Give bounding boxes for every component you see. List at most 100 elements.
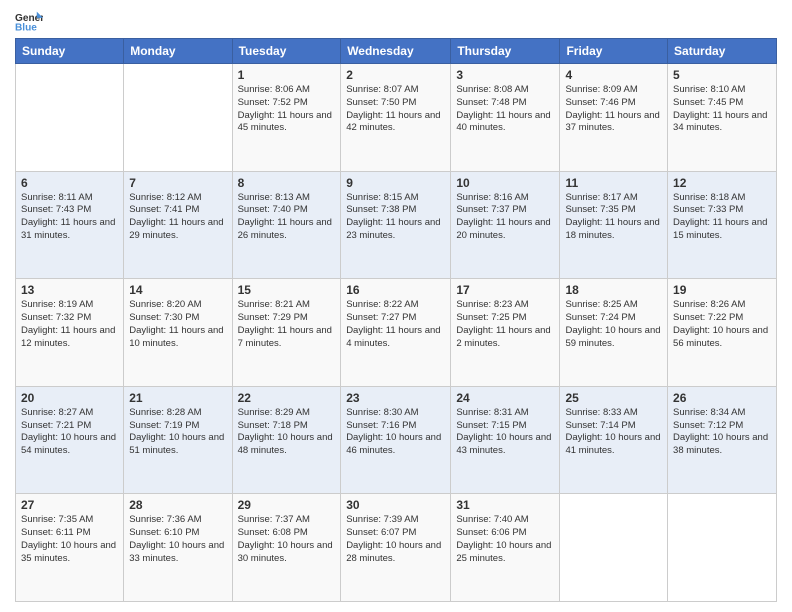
day-info: Sunrise: 8:26 AM Sunset: 7:22 PM Dayligh… (673, 299, 771, 350)
day-info: Sunrise: 8:12 AM Sunset: 7:41 PM Dayligh… (129, 192, 226, 243)
day-cell: 29 Sunrise: 7:37 AM Sunset: 6:08 PM Dayli… (232, 494, 341, 602)
day-info: Sunrise: 8:20 AM Sunset: 7:30 PM Dayligh… (129, 299, 226, 350)
day-info: Sunrise: 8:19 AM Sunset: 7:32 PM Dayligh… (21, 299, 118, 350)
day-info: Sunrise: 8:07 AM Sunset: 7:50 PM Dayligh… (346, 84, 445, 135)
day-number: 30 (346, 498, 445, 512)
day-number: 5 (673, 68, 771, 82)
day-info: Sunrise: 8:10 AM Sunset: 7:45 PM Dayligh… (673, 84, 771, 135)
day-cell: 16 Sunrise: 8:22 AM Sunset: 7:27 PM Dayli… (341, 279, 451, 387)
day-info: Sunrise: 8:15 AM Sunset: 7:38 PM Dayligh… (346, 192, 445, 243)
day-info: Sunrise: 8:31 AM Sunset: 7:15 PM Dayligh… (456, 407, 554, 458)
svg-text:Blue: Blue (15, 22, 37, 32)
day-info: Sunrise: 8:11 AM Sunset: 7:43 PM Dayligh… (21, 192, 118, 243)
day-cell: 31 Sunrise: 7:40 AM Sunset: 6:06 PM Dayli… (451, 494, 560, 602)
day-cell: 21 Sunrise: 8:28 AM Sunset: 7:19 PM Dayli… (124, 386, 232, 494)
week-row-1: 1 Sunrise: 8:06 AM Sunset: 7:52 PM Daylig… (16, 64, 777, 172)
day-cell: 3 Sunrise: 8:08 AM Sunset: 7:48 PM Daylig… (451, 64, 560, 172)
week-row-2: 6Sunrise: 8:11 AM Sunset: 7:43 PM Daylig… (16, 171, 777, 279)
weekday-header-friday: Friday (560, 39, 668, 64)
day-number: 24 (456, 391, 554, 405)
day-number: 31 (456, 498, 554, 512)
calendar-page: General Blue SundayMondayTuesdayWednesda… (0, 0, 792, 612)
day-cell: 5 Sunrise: 8:10 AM Sunset: 7:45 PM Daylig… (668, 64, 777, 172)
day-info: Sunrise: 8:33 AM Sunset: 7:14 PM Dayligh… (565, 407, 662, 458)
day-number: 22 (238, 391, 336, 405)
day-info: Sunrise: 7:37 AM Sunset: 6:08 PM Dayligh… (238, 514, 336, 565)
day-cell: 28 Sunrise: 7:36 AM Sunset: 6:10 PM Dayli… (124, 494, 232, 602)
logo: General Blue (15, 10, 47, 32)
day-number: 28 (129, 498, 226, 512)
day-info: Sunrise: 8:25 AM Sunset: 7:24 PM Dayligh… (565, 299, 662, 350)
day-cell: 25 Sunrise: 8:33 AM Sunset: 7:14 PM Dayli… (560, 386, 668, 494)
day-number: 15 (238, 283, 336, 297)
day-cell: 15 Sunrise: 8:21 AM Sunset: 7:29 PM Dayli… (232, 279, 341, 387)
day-info: Sunrise: 8:16 AM Sunset: 7:37 PM Dayligh… (456, 192, 554, 243)
day-cell (560, 494, 668, 602)
day-cell: 1 Sunrise: 8:06 AM Sunset: 7:52 PM Daylig… (232, 64, 341, 172)
day-number: 14 (129, 283, 226, 297)
calendar-table: SundayMondayTuesdayWednesdayThursdayFrid… (15, 38, 777, 602)
day-cell: 17 Sunrise: 8:23 AM Sunset: 7:25 PM Dayli… (451, 279, 560, 387)
weekday-header-thursday: Thursday (451, 39, 560, 64)
day-info: Sunrise: 8:29 AM Sunset: 7:18 PM Dayligh… (238, 407, 336, 458)
day-cell: 24 Sunrise: 8:31 AM Sunset: 7:15 PM Dayli… (451, 386, 560, 494)
day-info: Sunrise: 8:34 AM Sunset: 7:12 PM Dayligh… (673, 407, 771, 458)
day-info: Sunrise: 8:06 AM Sunset: 7:52 PM Dayligh… (238, 84, 336, 135)
day-cell: 12Sunrise: 8:18 AM Sunset: 7:33 PM Dayli… (668, 171, 777, 279)
weekday-header-saturday: Saturday (668, 39, 777, 64)
day-info: Sunrise: 8:08 AM Sunset: 7:48 PM Dayligh… (456, 84, 554, 135)
day-number: 23 (346, 391, 445, 405)
day-cell: 26 Sunrise: 8:34 AM Sunset: 7:12 PM Dayli… (668, 386, 777, 494)
day-info: Sunrise: 8:22 AM Sunset: 7:27 PM Dayligh… (346, 299, 445, 350)
day-info: Sunrise: 7:40 AM Sunset: 6:06 PM Dayligh… (456, 514, 554, 565)
day-number: 25 (565, 391, 662, 405)
day-cell: 6Sunrise: 8:11 AM Sunset: 7:43 PM Daylig… (16, 171, 124, 279)
day-info: Sunrise: 8:27 AM Sunset: 7:21 PM Dayligh… (21, 407, 118, 458)
day-cell: 9 Sunrise: 8:15 AM Sunset: 7:38 PM Daylig… (341, 171, 451, 279)
day-cell: 10 Sunrise: 8:16 AM Sunset: 7:37 PM Dayli… (451, 171, 560, 279)
week-row-4: 20 Sunrise: 8:27 AM Sunset: 7:21 PM Dayli… (16, 386, 777, 494)
day-number: 21 (129, 391, 226, 405)
day-number: 9 (346, 176, 445, 190)
header: General Blue (15, 10, 777, 32)
day-info: Sunrise: 8:21 AM Sunset: 7:29 PM Dayligh… (238, 299, 336, 350)
day-cell: 7 Sunrise: 8:12 AM Sunset: 7:41 PM Daylig… (124, 171, 232, 279)
day-cell: 11Sunrise: 8:17 AM Sunset: 7:35 PM Dayli… (560, 171, 668, 279)
day-number: 17 (456, 283, 554, 297)
day-info: Sunrise: 8:09 AM Sunset: 7:46 PM Dayligh… (565, 84, 662, 135)
day-cell: 2 Sunrise: 8:07 AM Sunset: 7:50 PM Daylig… (341, 64, 451, 172)
day-number: 10 (456, 176, 554, 190)
day-cell: 4Sunrise: 8:09 AM Sunset: 7:46 PM Daylig… (560, 64, 668, 172)
weekday-header-sunday: Sunday (16, 39, 124, 64)
day-info: Sunrise: 8:30 AM Sunset: 7:16 PM Dayligh… (346, 407, 445, 458)
day-info: Sunrise: 7:36 AM Sunset: 6:10 PM Dayligh… (129, 514, 226, 565)
logo-icon: General Blue (15, 10, 43, 32)
day-cell (668, 494, 777, 602)
weekday-header-wednesday: Wednesday (341, 39, 451, 64)
day-number: 2 (346, 68, 445, 82)
day-info: Sunrise: 7:35 AM Sunset: 6:11 PM Dayligh… (21, 514, 118, 565)
day-cell: 23 Sunrise: 8:30 AM Sunset: 7:16 PM Dayli… (341, 386, 451, 494)
week-row-3: 13Sunrise: 8:19 AM Sunset: 7:32 PM Dayli… (16, 279, 777, 387)
day-number: 29 (238, 498, 336, 512)
day-info: Sunrise: 8:17 AM Sunset: 7:35 PM Dayligh… (565, 192, 662, 243)
day-info: Sunrise: 7:39 AM Sunset: 6:07 PM Dayligh… (346, 514, 445, 565)
day-info: Sunrise: 8:23 AM Sunset: 7:25 PM Dayligh… (456, 299, 554, 350)
day-number: 3 (456, 68, 554, 82)
day-cell (16, 64, 124, 172)
day-cell: 8Sunrise: 8:13 AM Sunset: 7:40 PM Daylig… (232, 171, 341, 279)
day-number: 16 (346, 283, 445, 297)
day-cell: 27Sunrise: 7:35 AM Sunset: 6:11 PM Dayli… (16, 494, 124, 602)
day-cell: 20 Sunrise: 8:27 AM Sunset: 7:21 PM Dayli… (16, 386, 124, 494)
week-row-5: 27Sunrise: 7:35 AM Sunset: 6:11 PM Dayli… (16, 494, 777, 602)
day-number: 18 (565, 283, 662, 297)
weekday-header-tuesday: Tuesday (232, 39, 341, 64)
day-cell: 22 Sunrise: 8:29 AM Sunset: 7:18 PM Dayli… (232, 386, 341, 494)
day-info: Sunrise: 8:13 AM Sunset: 7:40 PM Dayligh… (238, 192, 336, 243)
day-number: 7 (129, 176, 226, 190)
day-number: 26 (673, 391, 771, 405)
day-cell: 18 Sunrise: 8:25 AM Sunset: 7:24 PM Dayli… (560, 279, 668, 387)
day-number: 1 (238, 68, 336, 82)
day-info: Sunrise: 8:28 AM Sunset: 7:19 PM Dayligh… (129, 407, 226, 458)
day-number: 20 (21, 391, 118, 405)
